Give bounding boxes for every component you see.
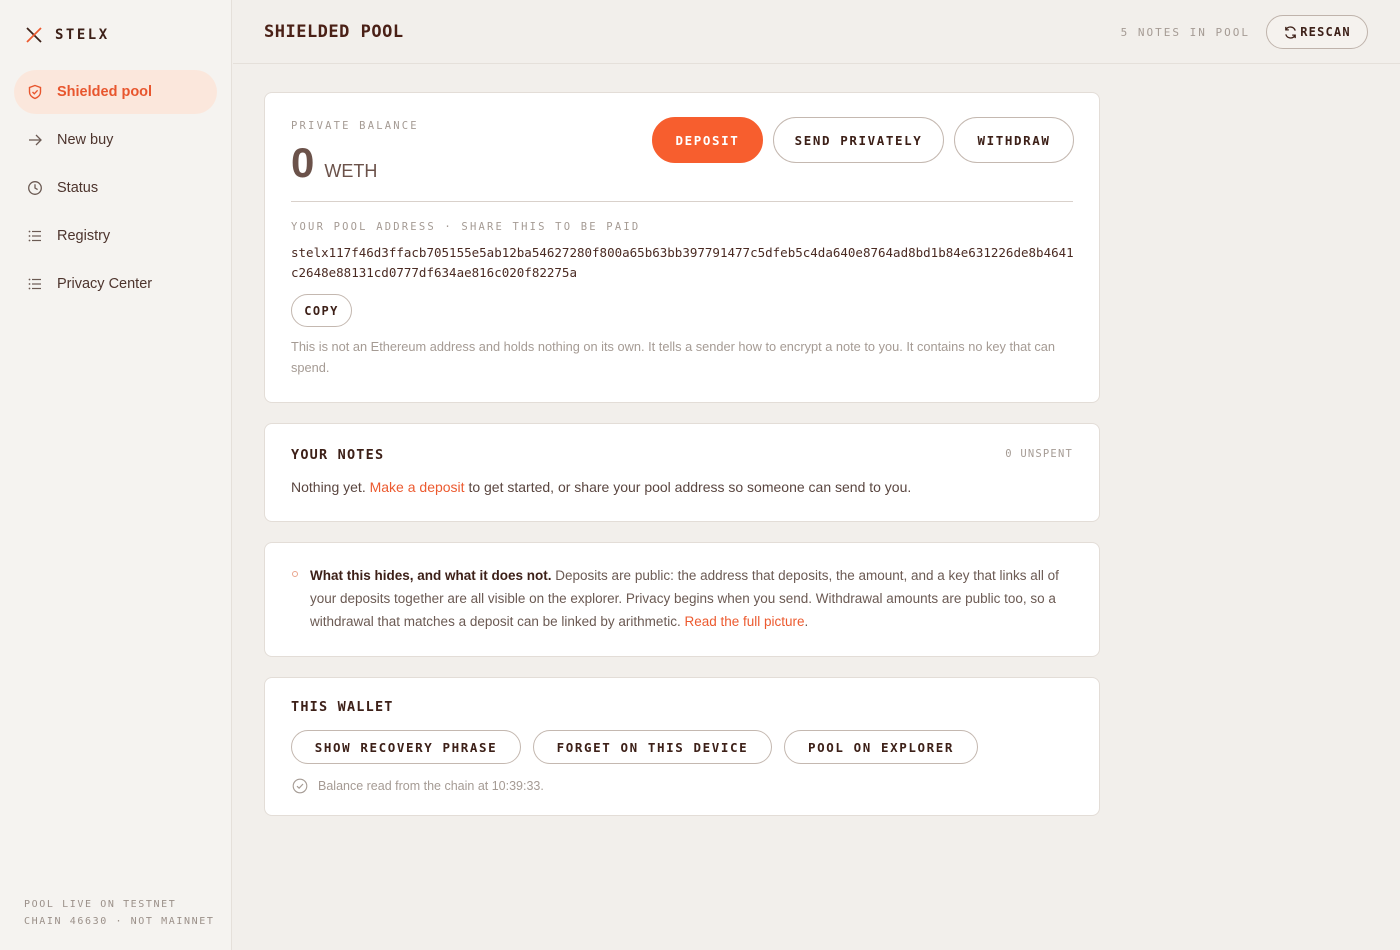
arrow-right-icon xyxy=(29,134,42,146)
balance-card: PRIVATE BALANCE 0 WETH DEPOSIT SEND PRIV… xyxy=(264,92,1100,403)
copy-address-button[interactable]: COPY xyxy=(291,294,352,327)
privacy-heading: What this hides, and what it does not. xyxy=(310,568,552,583)
sidebar-item-status[interactable]: Status xyxy=(14,166,217,210)
private-balance-label: PRIVATE BALANCE xyxy=(291,120,419,132)
sidebar-item-label: Shielded pool xyxy=(57,84,153,100)
forget-device-button[interactable]: FORGET ON THIS DEVICE xyxy=(533,730,772,764)
network-status-line: POOL LIVE ON TESTNET xyxy=(24,899,177,910)
balance-unit: WETH xyxy=(324,161,378,181)
show-recovery-phrase-button[interactable]: SHOW RECOVERY PHRASE xyxy=(291,730,521,764)
clock-icon xyxy=(28,181,42,195)
make-deposit-link[interactable]: Make a deposit xyxy=(370,479,465,495)
bullet-icon xyxy=(292,571,298,577)
sidebar-item-registry[interactable]: Registry xyxy=(14,214,217,258)
page-header: SHIELDED POOL 5 NOTES IN POOL RESCAN xyxy=(233,0,1400,64)
rescan-button[interactable]: RESCAN xyxy=(1266,15,1368,49)
chain-status-line: CHAIN 46630 · NOT MAINNET xyxy=(24,916,215,927)
balance-read-text: Balance read from the chain at 10:39:33. xyxy=(318,779,544,793)
notes-title: YOUR NOTES xyxy=(291,447,385,463)
sidebar-nav: Shielded pool New buy Status Registry Pr… xyxy=(14,70,217,310)
send-privately-button[interactable]: SEND PRIVATELY xyxy=(773,117,944,163)
withdraw-button[interactable]: WITHDRAW xyxy=(954,117,1074,163)
notes-in-pool-count: 5 NOTES IN POOL xyxy=(1120,26,1250,39)
shield-icon xyxy=(28,84,42,100)
empty-suffix: to get started, or share your pool addre… xyxy=(468,479,912,495)
divider xyxy=(291,201,1073,202)
sidebar-item-label: Status xyxy=(57,180,99,196)
network-status: POOL LIVE ON TESTNET CHAIN 46630 · NOT M… xyxy=(24,896,215,930)
rescan-label: RESCAN xyxy=(1300,25,1351,39)
sidebar-item-new-buy[interactable]: New buy xyxy=(14,118,217,162)
private-balance: 0 WETH xyxy=(291,139,377,187)
sidebar-item-label: Registry xyxy=(57,228,111,244)
unspent-count: 0 UNSPENT xyxy=(1005,448,1073,460)
pool-address-note: This is not an Ethereum address and hold… xyxy=(291,339,1055,375)
notes-empty-state: Nothing yet. Make a deposit to get start… xyxy=(291,479,911,495)
list-icon xyxy=(28,278,41,290)
notes-card: YOUR NOTES 0 UNSPENT Nothing yet. Make a… xyxy=(264,423,1100,522)
sidebar-item-label: New buy xyxy=(57,132,114,148)
privacy-notice-card: What this hides, and what it does not. D… xyxy=(264,542,1100,657)
sidebar-item-shielded-pool[interactable]: Shielded pool xyxy=(14,70,217,114)
pool-address: stelx117f46d3ffacb705155e5ab12ba54627280… xyxy=(291,245,1074,280)
wallet-title: THIS WALLET xyxy=(291,699,394,715)
full-picture-link[interactable]: Read the full picture xyxy=(684,614,804,629)
brand[interactable]: STELX xyxy=(25,26,110,44)
wallet-card: THIS WALLET SHOW RECOVERY PHRASE FORGET … xyxy=(264,677,1100,816)
brand-name: STELX xyxy=(55,27,110,43)
x-logo-icon xyxy=(26,27,42,43)
check-circle-icon xyxy=(292,778,308,794)
refresh-icon xyxy=(1285,25,1297,39)
balance-read-status: Balance read from the chain at 10:39:33. xyxy=(292,778,544,794)
sidebar-item-privacy-center[interactable]: Privacy Center xyxy=(14,262,217,306)
balance-amount: 0 xyxy=(291,139,315,186)
privacy-end: . xyxy=(804,614,809,629)
pool-on-explorer-button[interactable]: POOL ON EXPLORER xyxy=(784,730,978,764)
sidebar-item-label: Privacy Center xyxy=(57,276,153,292)
privacy-notice: What this hides, and what it does not. D… xyxy=(310,564,1075,633)
sidebar: STELX Shielded pool New buy Status Regis… xyxy=(0,0,232,950)
pool-address-label: YOUR POOL ADDRESS · SHARE THIS TO BE PAI… xyxy=(291,221,641,233)
empty-prefix: Nothing yet. xyxy=(291,479,366,495)
page-title: SHIELDED POOL xyxy=(264,22,404,42)
list-icon xyxy=(28,230,41,242)
deposit-button[interactable]: DEPOSIT xyxy=(652,117,763,163)
